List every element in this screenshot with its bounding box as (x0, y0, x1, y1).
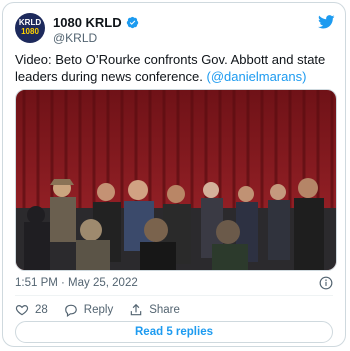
reply-label: Reply (83, 304, 114, 316)
embedded-tweet-card: KRLD 1080 1080 KRLD @KRLD Video: Beto O’… (2, 2, 346, 347)
avatar-text-line2: 1080 (21, 27, 39, 36)
video-thumbnail[interactable] (15, 89, 337, 271)
verified-badge-icon (126, 16, 138, 28)
reply-button[interactable]: Reply (64, 303, 113, 317)
divider (15, 295, 333, 296)
reply-icon (64, 304, 77, 317)
read-replies-button[interactable]: Read 5 replies (15, 321, 333, 343)
share-icon (130, 303, 142, 316)
video-scene (16, 90, 336, 270)
info-icon[interactable] (319, 276, 333, 290)
share-button[interactable]: Share (129, 303, 180, 317)
tweet-text: Video: Beto O’Rourke confronts Gov. Abbo… (15, 51, 337, 85)
heart-icon (15, 305, 29, 316)
tweet-header: KRLD 1080 1080 KRLD @KRLD (15, 13, 337, 45)
read-replies-label: Read 5 replies (135, 326, 213, 338)
avatar-text-line1: KRLD (18, 18, 42, 27)
like-button[interactable]: 28 (15, 303, 48, 317)
tweet-timestamp[interactable]: 1:51 PM · May 25, 2022 (15, 277, 138, 289)
like-count: 28 (35, 304, 48, 316)
share-label: Share (149, 304, 180, 316)
tweet-actions: 28 Reply Share (15, 301, 196, 319)
avatar[interactable]: KRLD 1080 (15, 13, 45, 43)
twitter-bird-icon[interactable] (318, 15, 335, 29)
display-name[interactable]: 1080 KRLD (53, 15, 122, 30)
account-handle[interactable]: @KRLD (53, 31, 97, 45)
mention-link[interactable]: (@danielmarans) (207, 69, 307, 84)
